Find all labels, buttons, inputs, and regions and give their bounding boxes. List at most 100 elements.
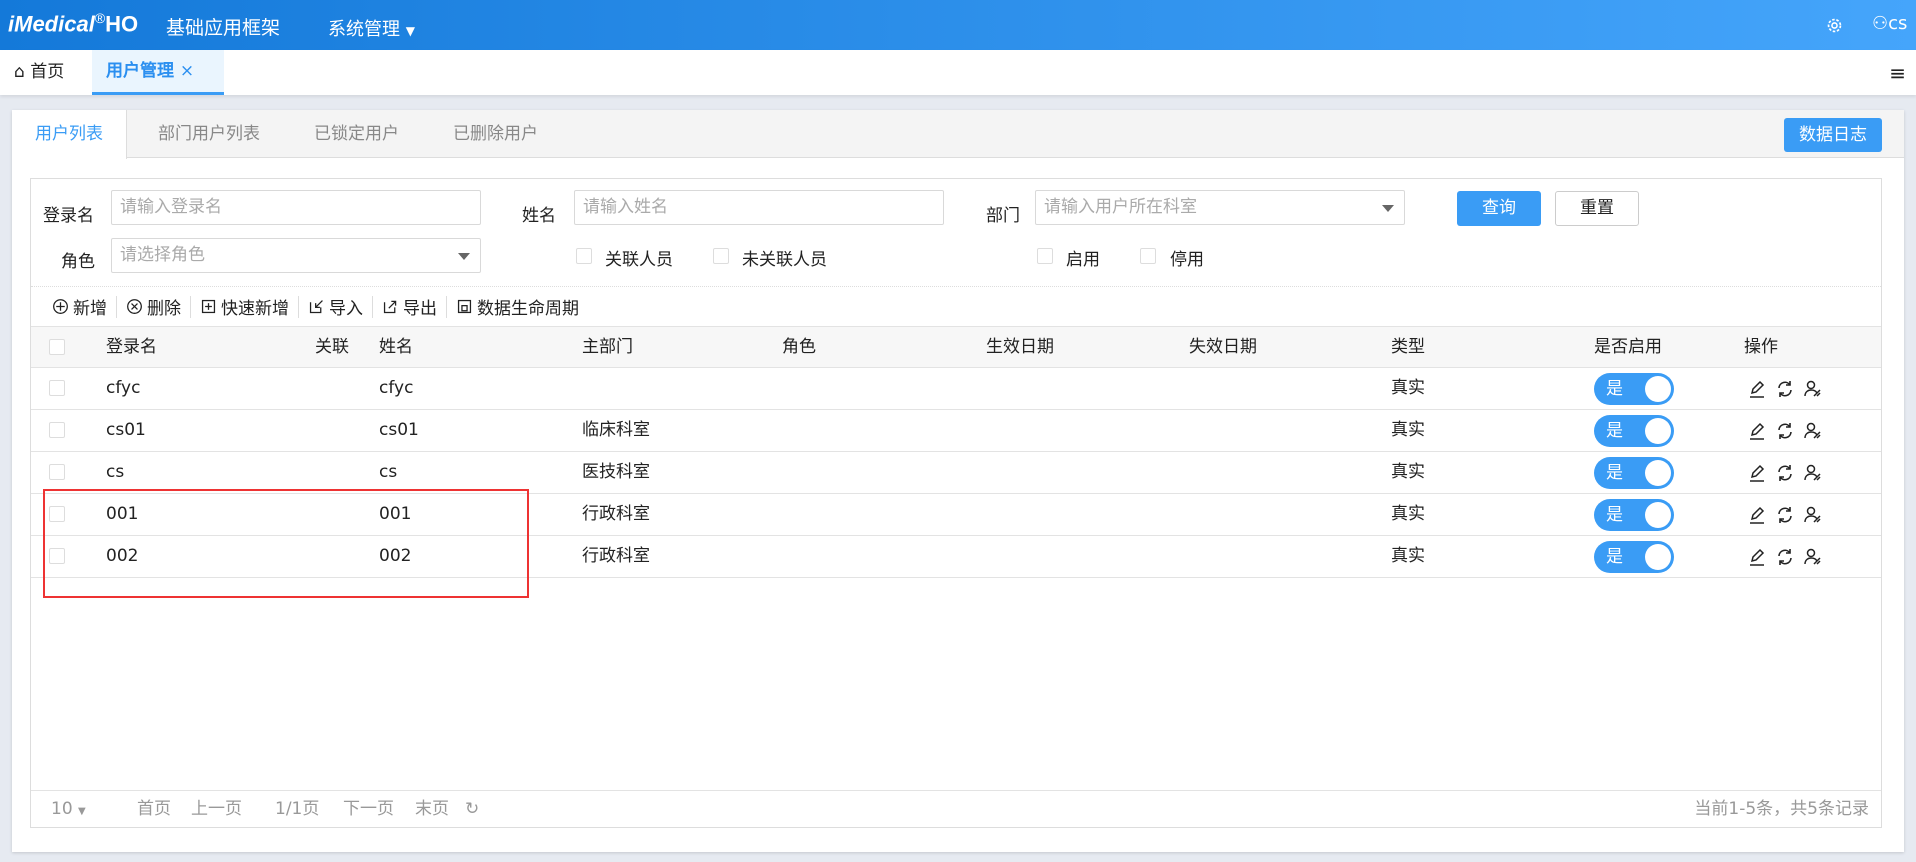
unlinked-label: 未关联人员 <box>742 250 827 270</box>
reset-button[interactable]: 重置 <box>1555 191 1639 226</box>
col-role: 角色 <box>782 337 816 357</box>
page-size-select[interactable]: 10 ▼ <box>51 791 86 830</box>
edit-icon[interactable] <box>1747 463 1767 483</box>
page-indicator: 1/1页 <box>275 799 320 819</box>
user-link-icon[interactable] <box>1803 421 1823 441</box>
enabled-toggle[interactable]: 是 <box>1594 541 1674 573</box>
next-page[interactable]: 下一页 <box>343 791 394 828</box>
col-type: 类型 <box>1391 337 1425 357</box>
user-link-icon[interactable] <box>1803 379 1823 399</box>
record-summary: 当前1-5条，共5条记录 <box>1694 799 1869 819</box>
table-row[interactable]: cs cs 医技科室 真实 是 <box>31 452 1881 494</box>
row-checkbox[interactable] <box>49 380 65 396</box>
cell-type: 真实 <box>1391 546 1425 566</box>
user-link-icon[interactable] <box>1803 505 1823 525</box>
cell-type: 真实 <box>1391 420 1425 440</box>
tab-user-list[interactable]: 用户列表 <box>12 110 127 159</box>
table-row[interactable]: cfyc cfyc 真实 是 <box>31 368 1881 410</box>
toggle-label: 是 <box>1606 547 1623 567</box>
last-page[interactable]: 末页 <box>415 791 449 828</box>
close-icon[interactable]: × <box>180 61 194 81</box>
table-header: 登录名 关联 姓名 主部门 角色 生效日期 失效日期 类型 是否启用 操作 <box>31 326 1881 368</box>
caret-down-icon <box>1382 205 1394 212</box>
toolbar: 新增 删除 快速新增 导入 导出 数据生命周期 <box>31 286 1881 326</box>
user-menu[interactable]: ⚇cs <box>1872 13 1907 34</box>
cell-type: 真实 <box>1391 504 1425 524</box>
enabled-label: 启用 <box>1066 250 1100 270</box>
row-actions <box>1747 547 1823 567</box>
highlight-box <box>43 489 529 598</box>
delete-button[interactable]: 删除 <box>117 295 191 319</box>
quick-add-button[interactable]: 快速新增 <box>191 295 299 319</box>
unlinked-checkbox[interactable] <box>713 248 729 264</box>
edit-icon[interactable] <box>1747 505 1767 525</box>
caret-down-icon: ▼ <box>78 806 86 817</box>
edit-icon[interactable] <box>1747 379 1767 399</box>
linked-checkbox[interactable] <box>576 248 592 264</box>
reset-password-icon[interactable] <box>1775 547 1795 567</box>
app-title: 基础应用框架 <box>166 17 281 39</box>
row-actions <box>1747 421 1823 441</box>
data-lifecycle-button[interactable]: 数据生命周期 <box>447 296 588 319</box>
col-actions: 操作 <box>1744 337 1778 357</box>
toggle-label: 是 <box>1606 379 1623 399</box>
first-page[interactable]: 首页 <box>137 791 171 828</box>
table-row[interactable]: cs01 cs01 临床科室 真实 是 <box>31 410 1881 452</box>
col-linked: 关联 <box>315 337 349 357</box>
edit-icon[interactable] <box>1747 547 1767 567</box>
data-log-button[interactable]: 数据日志 <box>1784 118 1882 152</box>
prev-page[interactable]: 上一页 <box>191 791 242 828</box>
role-label: 角色 <box>61 252 95 272</box>
cell-name: cs <box>379 462 398 482</box>
row-checkbox[interactable] <box>49 464 65 480</box>
select-all-checkbox[interactable] <box>49 339 65 355</box>
enabled-checkbox[interactable] <box>1037 248 1053 264</box>
name-input[interactable]: 请输入姓名 <box>574 190 944 225</box>
tab-locked-users[interactable]: 已锁定用户 <box>314 110 399 158</box>
gear-icon[interactable] <box>1826 17 1843 34</box>
user-link-icon[interactable] <box>1803 547 1823 567</box>
export-button[interactable]: 导出 <box>373 295 447 319</box>
col-login: 登录名 <box>106 337 157 357</box>
disabled-checkbox[interactable] <box>1140 248 1156 264</box>
cell-dept: 临床科室 <box>582 420 650 440</box>
caret-down-icon: ▼ <box>405 24 415 38</box>
reset-password-icon[interactable] <box>1775 463 1795 483</box>
cell-login: cfyc <box>106 378 141 398</box>
pagination: 10 ▼ 首页 上一页 1/1页 下一页 末页 ↻ 当前1-5条，共5条记录 <box>31 790 1881 827</box>
user-icon: ⚇ <box>1872 13 1889 34</box>
add-button[interactable]: 新增 <box>43 295 117 319</box>
query-button[interactable]: 查询 <box>1457 191 1541 226</box>
cell-name: cfyc <box>379 378 414 398</box>
row-checkbox[interactable] <box>49 422 65 438</box>
user-link-icon[interactable] <box>1803 463 1823 483</box>
login-label: 登录名 <box>43 206 94 226</box>
tab-home[interactable]: ⌂ 首页 <box>0 50 78 95</box>
top-header: iMedical®HO 基础应用框架 系统管理 ▼ ⚇cs <box>0 0 1916 50</box>
edit-icon[interactable] <box>1747 421 1767 441</box>
tab-user-management[interactable]: 用户管理 × <box>92 50 224 95</box>
enabled-toggle[interactable]: 是 <box>1594 373 1674 405</box>
enabled-toggle[interactable]: 是 <box>1594 415 1674 447</box>
disabled-label: 停用 <box>1170 250 1204 270</box>
enabled-toggle[interactable]: 是 <box>1594 499 1674 531</box>
cell-dept: 行政科室 <box>582 504 650 524</box>
dept-select[interactable]: 请输入用户所在科室 <box>1035 190 1405 225</box>
reset-password-icon[interactable] <box>1775 505 1795 525</box>
col-enabled: 是否启用 <box>1594 337 1662 357</box>
col-start-date: 生效日期 <box>986 337 1054 357</box>
reset-password-icon[interactable] <box>1775 379 1795 399</box>
tab-dept-user-list[interactable]: 部门用户列表 <box>158 110 260 158</box>
enabled-toggle[interactable]: 是 <box>1594 457 1674 489</box>
tab-deleted-users[interactable]: 已删除用户 <box>453 110 538 158</box>
menu-icon[interactable]: ≡ <box>1889 61 1906 85</box>
x-circle-icon <box>127 299 142 314</box>
reset-password-icon[interactable] <box>1775 421 1795 441</box>
role-select[interactable]: 请选择角色 <box>111 238 481 273</box>
login-input[interactable]: 请输入登录名 <box>111 190 481 225</box>
import-button[interactable]: 导入 <box>299 295 373 319</box>
refresh-icon[interactable]: ↻ <box>465 791 479 828</box>
plus-circle-icon <box>53 299 68 314</box>
system-menu[interactable]: 系统管理 ▼ <box>328 15 415 41</box>
cell-dept: 行政科室 <box>582 546 650 566</box>
